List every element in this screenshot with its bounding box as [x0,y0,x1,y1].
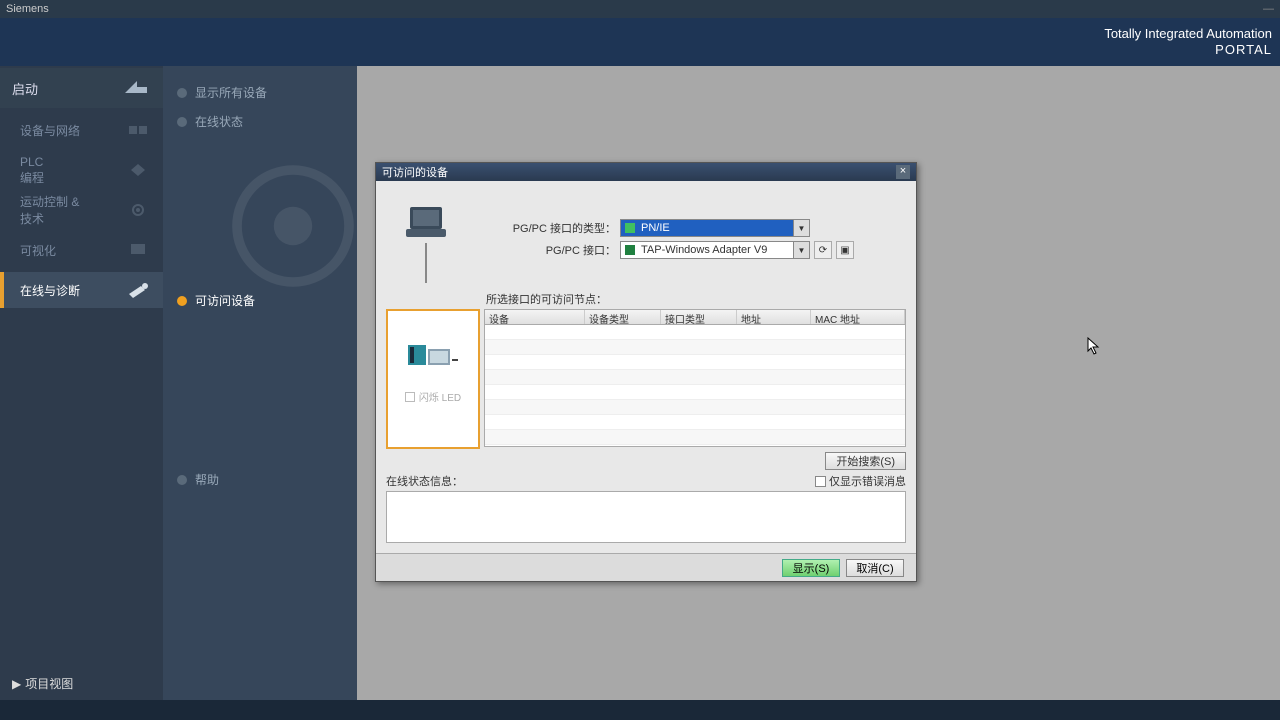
connector-line [425,243,427,283]
start-search-button[interactable]: 开始搜索(S) [825,452,906,470]
status-log [386,491,906,543]
nav-devices-networks: 设备与网络 [0,112,163,148]
show-button[interactable]: 显示(S) [782,559,840,577]
app-name: Siemens [6,3,49,15]
brand-bar: Totally Integrated Automation PORTAL [0,18,1280,66]
col-device-type: 设备类型 [585,310,661,324]
radio-icon [177,117,187,127]
col-interface-type: 接口类型 [661,310,737,324]
brand-line2: PORTAL [1104,42,1272,58]
radio-icon [177,296,187,306]
device-table-header: 设备 设备类型 接口类型 地址 MAC 地址 [484,309,906,325]
devices-icon [123,120,153,140]
col-address: 地址 [737,310,811,324]
adapter-icon [623,243,637,257]
flash-led-checkbox [405,392,415,402]
radio-icon [177,88,187,98]
device-preview: 闪烁 LED [386,309,480,449]
start-icon [121,77,151,99]
mid-show-all-devices[interactable]: 显示所有设备 [163,78,357,107]
mid-online-status[interactable]: 在线状态 [163,107,357,136]
accessible-devices-dialog: 可访问的设备 × PG/PC 接口的类型： [375,162,917,582]
footer-bar [0,700,1280,720]
chevron-down-icon[interactable]: ▼ [793,220,809,236]
screen-icon [123,240,153,260]
nodes-label: 所选接口的可访问节点： [486,291,906,307]
cancel-button[interactable]: 取消(C) [846,559,904,577]
content-area: 可访问的设备 × PG/PC 接口的类型： [357,66,1280,700]
status-label: 在线状态信息： [386,473,815,489]
interface-dropdown[interactable]: TAP-Windows Adapter V9 ▼ [620,241,810,259]
errors-only-label: 仅显示错误消息 [829,473,906,489]
device-table-body[interactable] [484,325,906,447]
brand-line1: Totally Integrated Automation [1104,26,1272,42]
wrench-icon [123,280,153,300]
triangle-right-icon: ▶ [12,677,21,691]
interface-label: PG/PC 接口： [476,242,616,258]
window-min-icon[interactable]: — [1263,3,1274,15]
nav-plc-programming: PLC 编程 [0,152,163,188]
col-mac: MAC 地址 [811,310,905,324]
col-device: 设备 [485,310,585,324]
project-view-link[interactable]: ▶ 项目视图 [0,667,163,700]
gear-bg-icon [213,146,373,306]
dialog-titlebar[interactable]: 可访问的设备 × [376,163,916,181]
refresh-button[interactable]: ⟳ [814,241,832,259]
close-icon[interactable]: × [896,165,910,179]
window-titlebar: Siemens — [0,0,1280,18]
radio-icon [177,475,187,485]
portal-start[interactable]: 启动 [0,68,163,108]
chevron-down-icon[interactable]: ▼ [793,242,809,258]
errors-only-checkbox[interactable] [815,476,826,487]
portal-mid-panel: 显示所有设备 在线状态 可访问设备 帮助 [163,66,357,700]
interface-type-label: PG/PC 接口的类型： [476,220,616,236]
laptop-icon [402,203,450,243]
plc-icon [123,160,153,180]
nav-motion-tech: 运动控制 & 技术 [0,192,163,228]
cursor-icon [1087,337,1101,358]
portal-left-panel: 启动 设备与网络 PLC 编程 运动控制 & 技术 可视化 在线与诊断 ▶ 项目 [0,66,163,700]
nav-online-diagnostics[interactable]: 在线与诊断 [0,272,163,308]
mid-help[interactable]: 帮助 [163,465,357,494]
pnie-icon [623,221,637,235]
nav-visualization: 可视化 [0,232,163,268]
plc-device-icon [406,341,460,369]
config-button[interactable]: ▣ [836,241,854,259]
gear-icon [123,200,153,220]
flash-led-label: 闪烁 LED [419,389,461,404]
interface-type-dropdown[interactable]: PN/IE ▼ [620,219,810,237]
